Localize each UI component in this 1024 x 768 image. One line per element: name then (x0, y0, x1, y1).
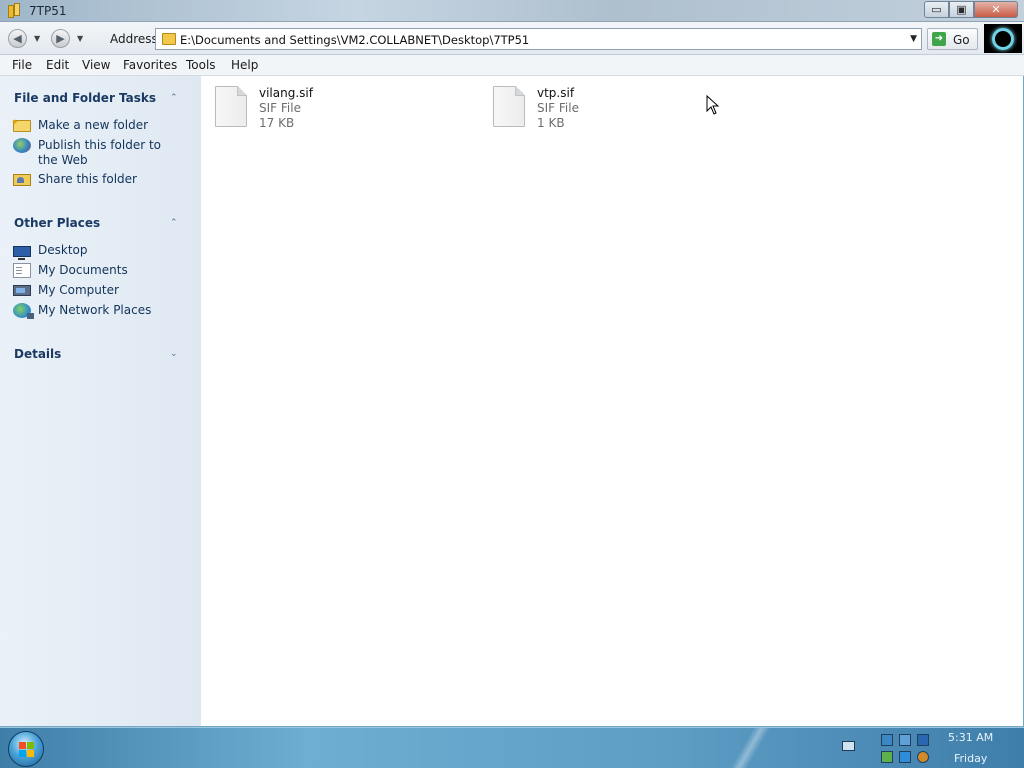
section-file-folder-tasks[interactable]: File and Folder Tasks (14, 91, 156, 105)
address-path[interactable]: E:\Documents and Settings\VM2.COLLABNET\… (180, 33, 529, 47)
display-tray-icon[interactable] (917, 734, 929, 746)
file-type: SIF File (537, 101, 579, 115)
expand-icon[interactable]: ⌄ (170, 349, 178, 359)
network-tray-icon[interactable] (881, 734, 893, 746)
collapse-icon[interactable]: ⌃ (170, 93, 178, 103)
menu-bar: File Edit View Favorites Tools Help (0, 55, 1024, 76)
place-label: My Network Places (38, 303, 152, 317)
network-icon (13, 303, 34, 319)
file-icon (215, 86, 247, 127)
documents-icon (13, 263, 31, 278)
place-label: My Computer (38, 283, 119, 297)
window-title: 7TP51 (29, 4, 67, 18)
task-make-new-folder[interactable]: Make a new folder (11, 116, 178, 133)
task-label: Share this folder (38, 172, 137, 186)
back-dropdown-icon[interactable]: ▼ (34, 34, 40, 43)
menu-view[interactable]: View (82, 55, 110, 76)
title-bar[interactable]: 7TP51 ▭ ▣ ✕ (0, 0, 1024, 22)
search-tray-icon[interactable] (917, 751, 929, 763)
place-label: Desktop (38, 243, 88, 257)
folder-icon (162, 33, 176, 45)
computer-icon (13, 285, 31, 296)
task-publish-folder[interactable]: Publish this folder to the Web (13, 138, 178, 168)
monitor-tray-icon[interactable] (899, 734, 911, 746)
file-size: 17 KB (259, 116, 295, 130)
forward-dropdown-icon[interactable]: ▼ (77, 34, 83, 43)
go-label: Go (953, 33, 970, 47)
desktop-icon (13, 246, 31, 260)
section-details[interactable]: Details (14, 347, 61, 361)
ring-logo-icon (992, 27, 1014, 50)
folder-icon (8, 3, 22, 18)
back-arrow-icon[interactable]: ◀ (8, 29, 27, 48)
clock-time[interactable]: 5:31 AM (948, 731, 993, 744)
file-item[interactable]: vilang.sif SIF File 17 KB (215, 86, 313, 131)
place-my-computer[interactable]: My Computer (13, 283, 178, 298)
menu-favorites[interactable]: Favorites (123, 55, 177, 76)
address-input[interactable]: E:\Documents and Settings\VM2.COLLABNET\… (155, 28, 922, 50)
shield-tray-icon[interactable] (881, 751, 893, 763)
close-button[interactable]: ✕ (974, 1, 1018, 18)
keyboard-icon[interactable] (842, 741, 855, 751)
taskbar (0, 727, 1024, 768)
task-share-folder[interactable]: Share this folder (13, 172, 178, 187)
menu-edit[interactable]: Edit (46, 55, 69, 76)
windows-logo-icon (19, 742, 35, 758)
file-type: SIF File (259, 101, 301, 115)
collapse-icon[interactable]: ⌃ (170, 218, 178, 228)
window-controls: ▭ ▣ ✕ (924, 1, 1018, 18)
file-list-area[interactable]: vilang.sif SIF File 17 KB vtp.sif SIF Fi… (201, 76, 1023, 726)
address-toolbar: ◀ ▼ ▶ ▼ Address E:\Documents and Setting… (0, 22, 1024, 55)
minimize-button[interactable]: ▭ (924, 1, 949, 18)
file-name: vilang.sif (259, 86, 313, 100)
place-my-documents[interactable]: My Documents (13, 263, 178, 278)
mouse-cursor-icon (706, 95, 720, 115)
file-name: vtp.sif (537, 86, 575, 100)
place-label: My Documents (38, 263, 128, 277)
place-my-network-places[interactable]: My Network Places (13, 303, 178, 319)
system-tray-icons (881, 732, 935, 766)
file-item[interactable]: vtp.sif SIF File 1 KB (493, 86, 579, 131)
globe-icon (13, 138, 31, 153)
chevron-down-icon[interactable]: ▼ (910, 34, 917, 44)
forward-arrow-icon[interactable]: ▶ (51, 29, 70, 48)
task-pane: File and Folder Tasks ⌃ Make a new folde… (0, 76, 201, 726)
brand-logo (984, 24, 1022, 53)
clock-day[interactable]: Friday (954, 752, 987, 765)
task-label: Publish this folder to the Web (38, 138, 161, 167)
go-arrow-icon: ➜ (932, 32, 946, 46)
address-label: Address (110, 32, 158, 46)
go-button[interactable]: ➜ Go (927, 28, 978, 50)
menu-file[interactable]: File (12, 55, 32, 76)
place-desktop[interactable]: Desktop (13, 243, 178, 260)
menu-help[interactable]: Help (231, 55, 258, 76)
share-folder-icon (13, 174, 31, 186)
maximize-button[interactable]: ▣ (949, 1, 974, 18)
app-tray-icon[interactable] (899, 751, 911, 763)
section-other-places[interactable]: Other Places (14, 216, 100, 230)
file-icon (493, 86, 525, 127)
menu-tools[interactable]: Tools (186, 55, 216, 76)
new-folder-icon (11, 116, 31, 132)
file-size: 1 KB (537, 116, 565, 130)
task-label: Make a new folder (38, 118, 149, 132)
start-button[interactable] (8, 731, 44, 767)
